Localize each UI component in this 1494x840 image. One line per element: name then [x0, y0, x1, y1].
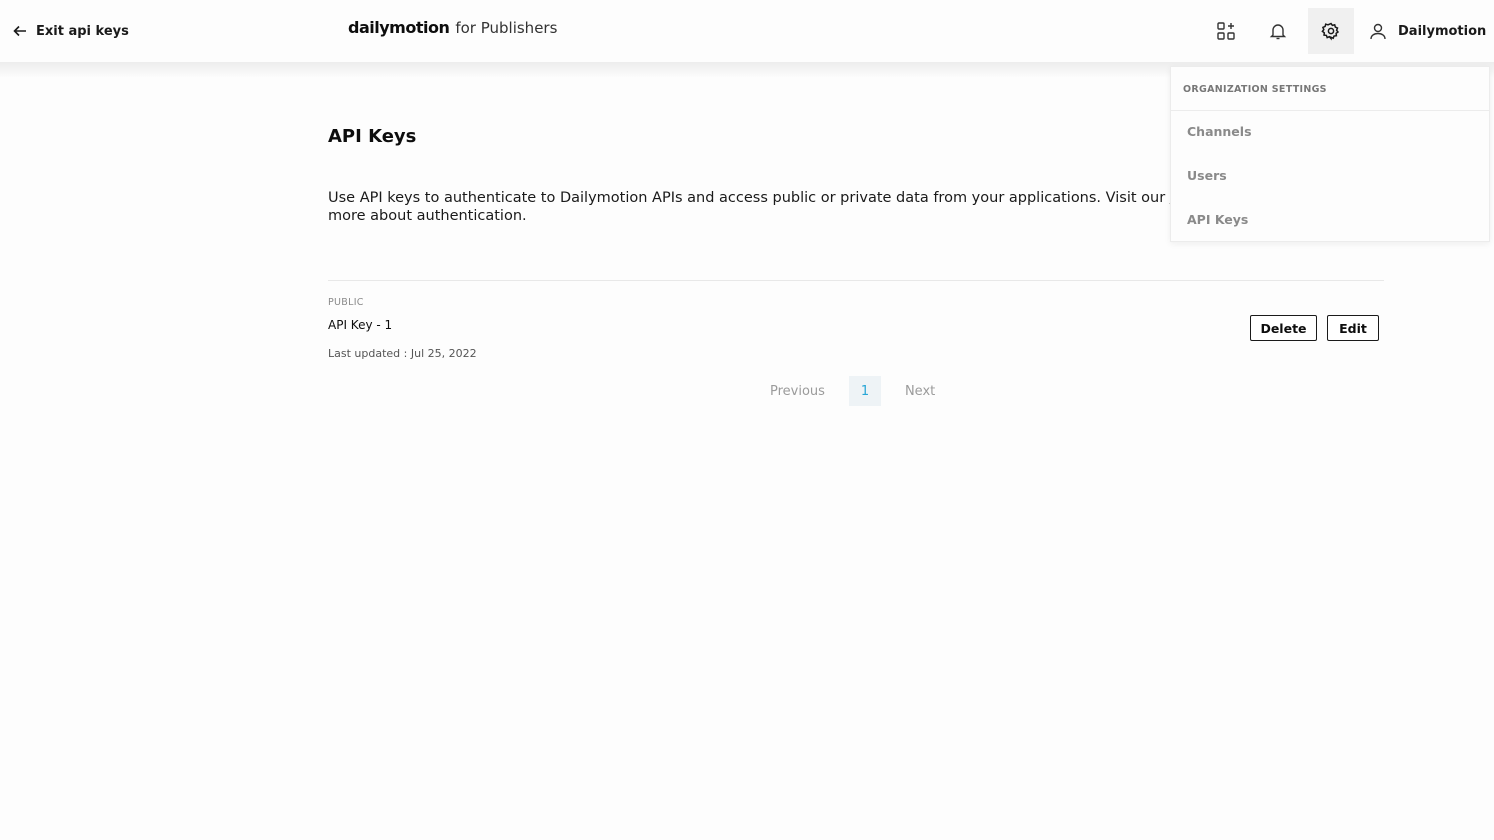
- notifications-button[interactable]: [1255, 8, 1301, 54]
- settings-dropdown: ORGANIZATION SETTINGS Channels Users API…: [1170, 66, 1490, 242]
- apps-button[interactable]: [1203, 8, 1249, 54]
- user-name: Dailymotion: [1398, 23, 1487, 39]
- edit-button[interactable]: Edit: [1327, 315, 1379, 341]
- pagination: Previous 1 Next: [770, 376, 935, 406]
- pagination-next[interactable]: Next: [905, 384, 935, 399]
- exit-api-keys-link[interactable]: Exit api keys: [12, 20, 129, 42]
- apps-grid-icon: [1217, 22, 1235, 40]
- dropdown-header: ORGANIZATION SETTINGS: [1171, 67, 1489, 111]
- brand-logo[interactable]: dailymotion for Publishers: [348, 18, 557, 42]
- gear-icon: [1321, 22, 1340, 41]
- api-key-name: API Key - 1: [328, 318, 393, 332]
- description-end: more about authentication.: [328, 208, 527, 224]
- pagination-previous[interactable]: Previous: [770, 384, 825, 399]
- top-bar: Exit api keys dailymotion for Publishers…: [0, 0, 1494, 62]
- page-title: API Keys: [328, 126, 417, 147]
- pagination-page-1[interactable]: 1: [848, 376, 881, 406]
- bell-icon: [1269, 24, 1287, 40]
- brand-main: dailymotion: [348, 18, 450, 37]
- arrow-left-icon: [13, 25, 26, 37]
- settings-button[interactable]: [1308, 8, 1354, 54]
- description-text: Use API keys to authenticate to Dailymot…: [328, 190, 1170, 206]
- menu-item-api-keys[interactable]: API Keys: [1171, 197, 1489, 241]
- exit-label: Exit api keys: [36, 23, 129, 39]
- api-key-updated: Last updated : Jul 25, 2022: [328, 347, 477, 360]
- delete-button[interactable]: Delete: [1250, 315, 1317, 341]
- menu-item-channels[interactable]: Channels: [1171, 109, 1489, 153]
- api-key-type: PUBLIC: [328, 297, 364, 308]
- brand-sub: for Publishers: [455, 19, 558, 37]
- user-icon: [1370, 23, 1386, 40]
- divider: [328, 280, 1384, 281]
- menu-item-users[interactable]: Users: [1171, 153, 1489, 197]
- user-menu[interactable]: Dailymotion: [1368, 20, 1486, 42]
